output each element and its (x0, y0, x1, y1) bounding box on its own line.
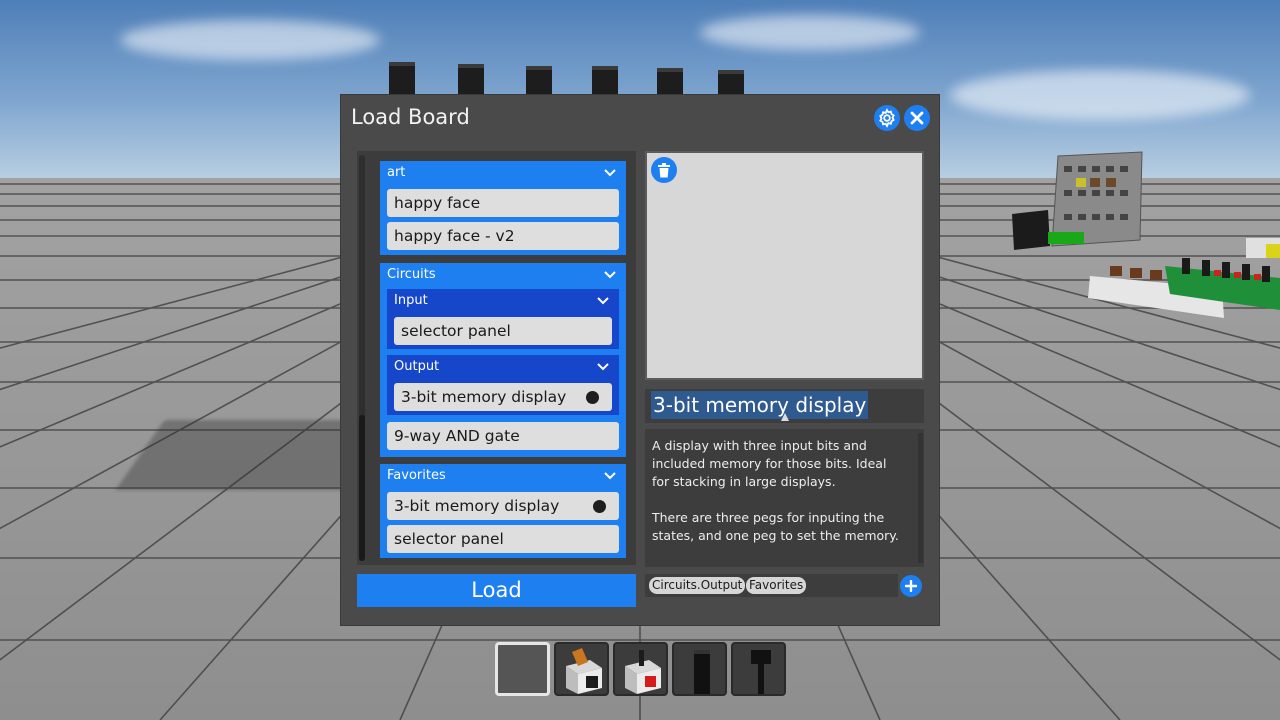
cloud (120, 20, 380, 60)
switch-component-icon (566, 648, 602, 694)
chevron-down-icon (604, 472, 616, 480)
description-scrollbar[interactable] (918, 433, 923, 563)
category-label: art (387, 165, 406, 180)
button-component-icon (625, 650, 661, 694)
board-description: A display with three input bits and incl… (652, 437, 908, 545)
category-header-art[interactable]: art (380, 161, 626, 185)
trash-icon (658, 162, 670, 177)
inverter-component-icon (751, 650, 771, 694)
category-art: art happy face happy face - v2 (380, 161, 626, 255)
board-item[interactable]: selector panel (394, 317, 612, 345)
subcategory-label: Output (394, 359, 440, 374)
settings-button[interactable] (874, 105, 900, 131)
board-item[interactable]: happy face - v2 (387, 222, 619, 250)
category-header-favorites[interactable]: Favorites (380, 464, 626, 488)
subcategory-label: Input (394, 293, 428, 308)
description-line: There are three pegs for inputing the (652, 510, 885, 525)
hotbar-slot-4[interactable] (672, 642, 727, 696)
subcategory-header-output[interactable]: Output (387, 355, 619, 379)
chevron-down-icon (597, 297, 609, 305)
chevron-down-icon (597, 363, 609, 371)
board-item-selected[interactable]: 3-bit memory display (394, 383, 612, 411)
mouse-cursor (781, 413, 789, 421)
description-line: for stacking in large displays. (652, 474, 836, 489)
add-tag-button[interactable] (900, 575, 922, 597)
category-label: Circuits (387, 267, 436, 282)
placed-components (1012, 151, 1280, 318)
tags-field: Circuits.Output Favorites (645, 574, 898, 597)
board-item-label: 3-bit memory display (401, 388, 567, 406)
hotbar-slot-3[interactable] (613, 642, 668, 696)
board-list-panel: art happy face happy face - v2 Circuits … (357, 151, 636, 565)
subcategory-input: Input selector panel (387, 289, 619, 349)
close-button[interactable] (904, 105, 930, 131)
board-item[interactable]: 9-way AND gate (387, 422, 619, 450)
favorite-dot-icon (586, 391, 599, 404)
chevron-down-icon (604, 271, 616, 279)
plus-icon (905, 580, 917, 592)
list-scrollbar-thumb[interactable] (359, 415, 365, 561)
chevron-down-icon (604, 169, 616, 177)
tag-chip[interactable]: Favorites (746, 577, 807, 594)
board-item[interactable]: happy face (387, 189, 619, 217)
cloud (950, 70, 1250, 120)
hotbar-slot-2[interactable] (554, 642, 609, 696)
category-label: Favorites (387, 468, 446, 483)
category-header-circuits[interactable]: Circuits (380, 263, 626, 287)
favorite-dot-icon (593, 500, 606, 513)
gear-icon (879, 108, 895, 128)
hotbar-slot-5[interactable] (731, 642, 786, 696)
description-line (652, 491, 908, 509)
load-button[interactable]: Load (357, 574, 636, 607)
category-circuits: Circuits Input selector panel Output 3-b… (380, 263, 626, 457)
close-icon (910, 111, 924, 125)
category-favorites: Favorites 3-bit memory display selector … (380, 464, 626, 558)
description-line: states, and one peg to set the memory. (652, 528, 899, 543)
delete-board-button[interactable] (651, 157, 677, 183)
description-line: A display with three input bits and (652, 438, 867, 453)
board-name-text: 3-bit memory display (651, 391, 869, 419)
board-item[interactable]: selector panel (387, 525, 619, 553)
peg-component-icon (694, 650, 710, 694)
subcategory-output: Output 3-bit memory display (387, 355, 619, 415)
tag-chip[interactable]: Circuits.Output (649, 577, 746, 594)
board-preview (645, 151, 924, 380)
description-line: included memory for those bits. Ideal (652, 456, 887, 471)
subcategory-header-input[interactable]: Input (387, 289, 619, 313)
dialog-title: Load Board (351, 105, 470, 129)
cloud (700, 15, 920, 50)
board-description-field[interactable]: A display with three input bits and incl… (645, 429, 924, 567)
board-item-label: 3-bit memory display (394, 497, 560, 515)
load-board-dialog: Load Board art happy face happy face - v… (340, 94, 940, 626)
hotbar-slot-1[interactable] (495, 642, 550, 696)
board-item[interactable]: 3-bit memory display (387, 492, 619, 520)
